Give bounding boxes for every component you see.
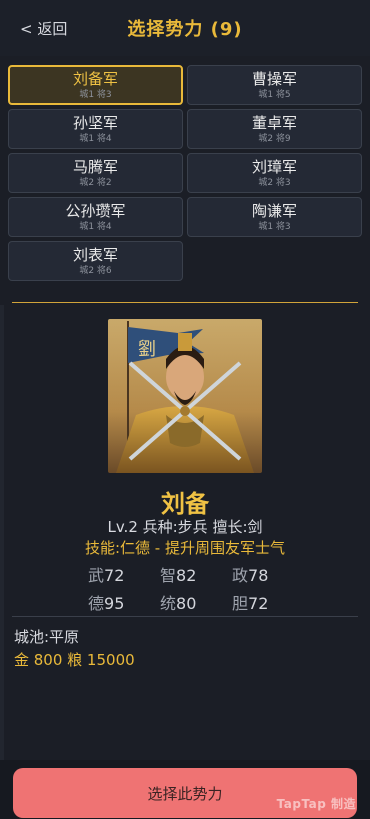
stat-label: 政 — [232, 566, 249, 585]
stat-value: 72 — [248, 594, 269, 613]
stat-zhi: 智82 — [160, 562, 232, 586]
faction-stats: 城1 将5 — [258, 90, 291, 100]
select-button-label[interactable]: 选择此势力 — [147, 783, 222, 804]
faction-name: 公孙瓒军 — [65, 202, 126, 220]
stat-label: 胆 — [232, 594, 249, 613]
leader-skill: 技能:仁德 - 提升周围友军士气 — [84, 539, 285, 557]
faction-grid: 刘备军 城1 将3 曹操军 城1 将5 孙坚军 城1 将4 董卓军 城2 将9 … — [8, 65, 362, 281]
portrait-image: 劉 — [108, 319, 262, 473]
faction-item-caocao[interactable]: 曹操军 城1 将5 — [187, 65, 362, 105]
leader-stats: 武72 智82 政78 德95 统80 胆72 — [88, 562, 288, 614]
faction-name: 马腾军 — [72, 158, 118, 176]
faction-name: 刘备军 — [72, 70, 118, 88]
stat-label: 德 — [88, 594, 105, 613]
faction-name: 孙坚军 — [72, 114, 118, 132]
faction-item-mateng[interactable]: 马腾军 城2 将2 — [8, 153, 183, 193]
leader-name: 刘备 — [161, 490, 209, 518]
stat-label: 统 — [160, 594, 177, 613]
stat-value: 82 — [176, 566, 197, 585]
faction-stats: 城2 将2 — [79, 178, 112, 188]
stat-zheng: 政78 — [232, 562, 288, 586]
faction-item-taoqian[interactable]: 陶谦军 城1 将3 — [187, 197, 362, 237]
faction-item-liuzhang[interactable]: 刘璋军 城2 将3 — [187, 153, 362, 193]
page-title: 选择势力 (9) — [127, 19, 243, 40]
faction-item-liubiao[interactable]: 刘表军 城2 将6 — [8, 241, 183, 281]
faction-stats: 城1 将3 — [79, 90, 112, 100]
stat-de: 德95 — [88, 590, 160, 614]
faction-item-sunjian[interactable]: 孙坚军 城1 将4 — [8, 109, 183, 149]
watermark: TapTap 制造 — [276, 797, 356, 811]
faction-name: 刘璋军 — [251, 158, 297, 176]
faction-item-dongzhuo[interactable]: 董卓军 城2 将9 — [187, 109, 362, 149]
stat-value: 80 — [176, 594, 197, 613]
stat-value: 95 — [104, 594, 125, 613]
faction-item-liubei[interactable]: 刘备军 城1 将3 — [8, 65, 183, 105]
stat-wu: 武72 — [88, 562, 160, 586]
city-label: 城池:平原 — [14, 628, 80, 646]
banner-char: 劉 — [138, 339, 156, 360]
faction-stats: 城1 将3 — [258, 222, 291, 232]
resources-label: 金 800 粮 15000 — [14, 651, 135, 669]
leader-portrait: 劉 — [108, 319, 262, 473]
section-divider — [12, 302, 358, 303]
stat-dan: 胆72 — [232, 590, 288, 614]
header-bar: < 返回 选择势力 (9) — [0, 0, 370, 56]
faction-stats: 城1 将4 — [79, 222, 112, 232]
faction-stats: 城2 将6 — [79, 266, 112, 276]
stat-value: 72 — [104, 566, 125, 585]
faction-name: 董卓军 — [251, 114, 297, 132]
faction-name: 陶谦军 — [251, 202, 297, 220]
faction-stats: 城2 将9 — [258, 134, 291, 144]
stat-value: 78 — [248, 566, 269, 585]
stat-label: 智 — [160, 566, 177, 585]
faction-stats: 城2 将3 — [258, 178, 291, 188]
faction-stats: 城1 将4 — [79, 134, 112, 144]
faction-name: 刘表军 — [72, 246, 118, 264]
stat-tong: 统80 — [160, 590, 232, 614]
stat-label: 武 — [88, 566, 105, 585]
faction-name: 曹操军 — [251, 70, 297, 88]
leader-info: Lv.2 兵种:步兵 擅长:剑 — [107, 518, 263, 536]
info-divider — [12, 616, 358, 617]
faction-item-gongsunzan[interactable]: 公孙瓒军 城1 将4 — [8, 197, 183, 237]
